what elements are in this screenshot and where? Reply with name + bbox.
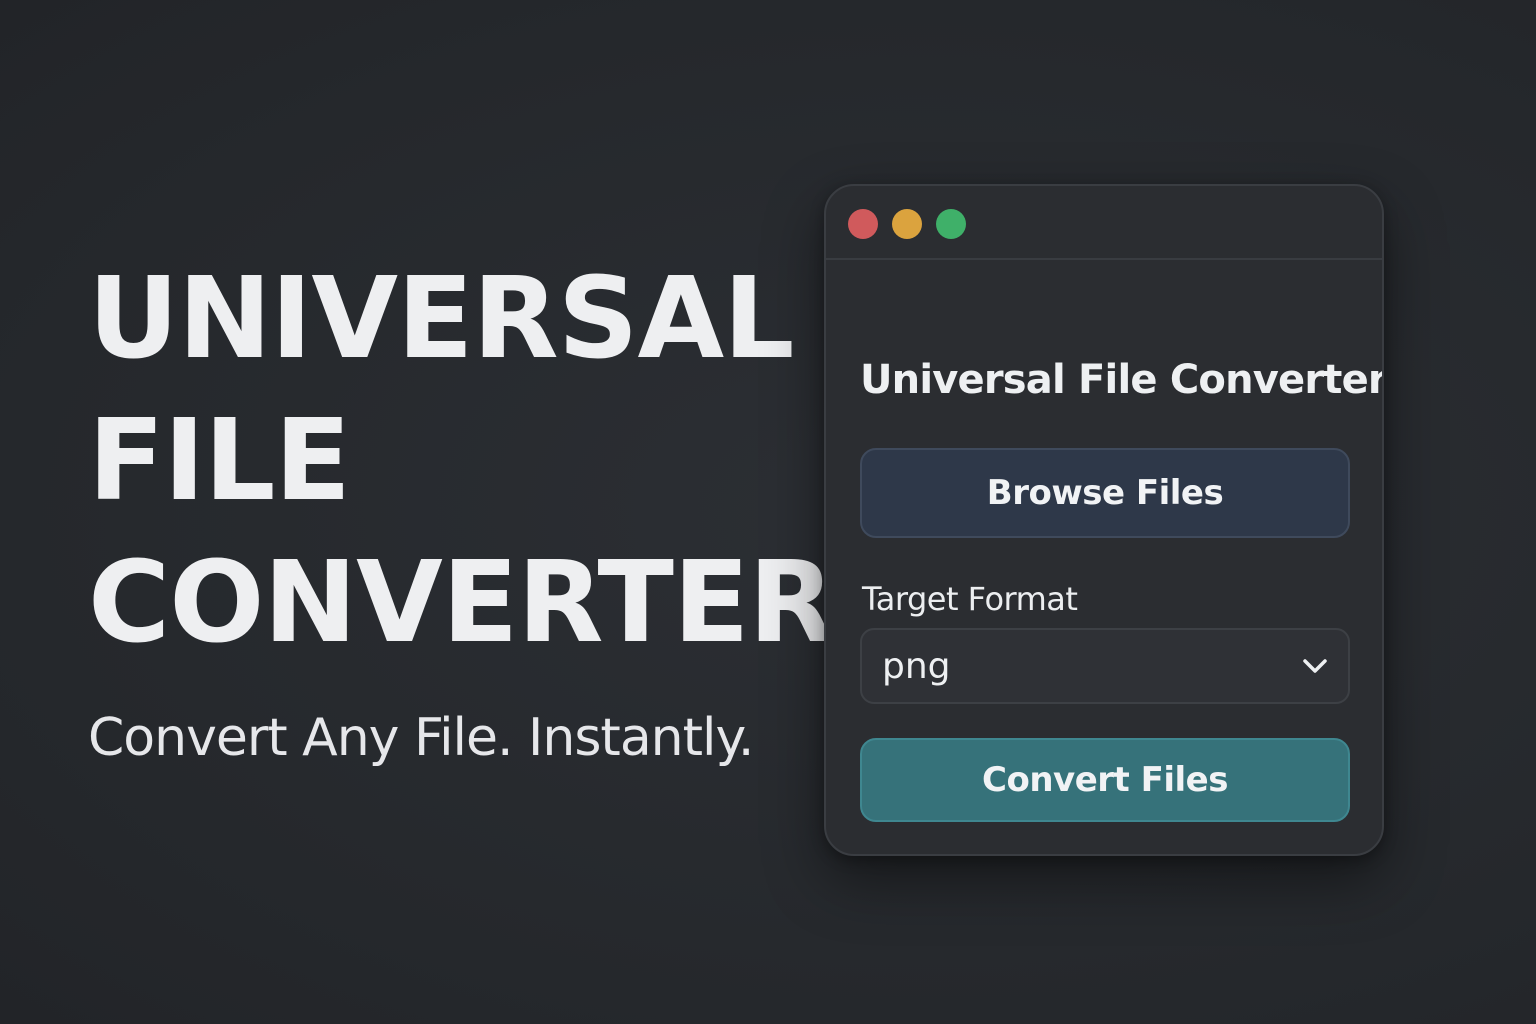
maximize-icon[interactable] [936, 209, 966, 239]
target-format-value: png [882, 645, 951, 687]
hero-title-line-3: CONVERTER [88, 538, 835, 668]
convert-files-label: Convert Files [982, 760, 1228, 800]
window-titlebar [826, 186, 1382, 260]
window-title: Universal File Converter [860, 357, 1384, 403]
target-format-label: Target Format [862, 580, 1078, 618]
browse-files-button[interactable]: Browse Files [860, 448, 1350, 538]
browse-files-label: Browse Files [986, 473, 1224, 513]
hero-tagline: Convert Any File. Instantly. [88, 708, 754, 768]
chevron-down-icon [1300, 651, 1330, 681]
app-window: Universal File Converter Browse Files Ta… [824, 184, 1384, 856]
hero-title-line-1: UNIVERSAL [88, 254, 795, 384]
hero-section: UNIVERSAL FILE CONVERTER Convert Any Fil… [88, 248, 835, 770]
convert-files-button[interactable]: Convert Files [860, 738, 1350, 822]
target-format-select[interactable]: png [860, 628, 1350, 704]
hero-title-line-2: FILE [88, 396, 351, 526]
close-icon[interactable] [848, 209, 878, 239]
minimize-icon[interactable] [892, 209, 922, 239]
